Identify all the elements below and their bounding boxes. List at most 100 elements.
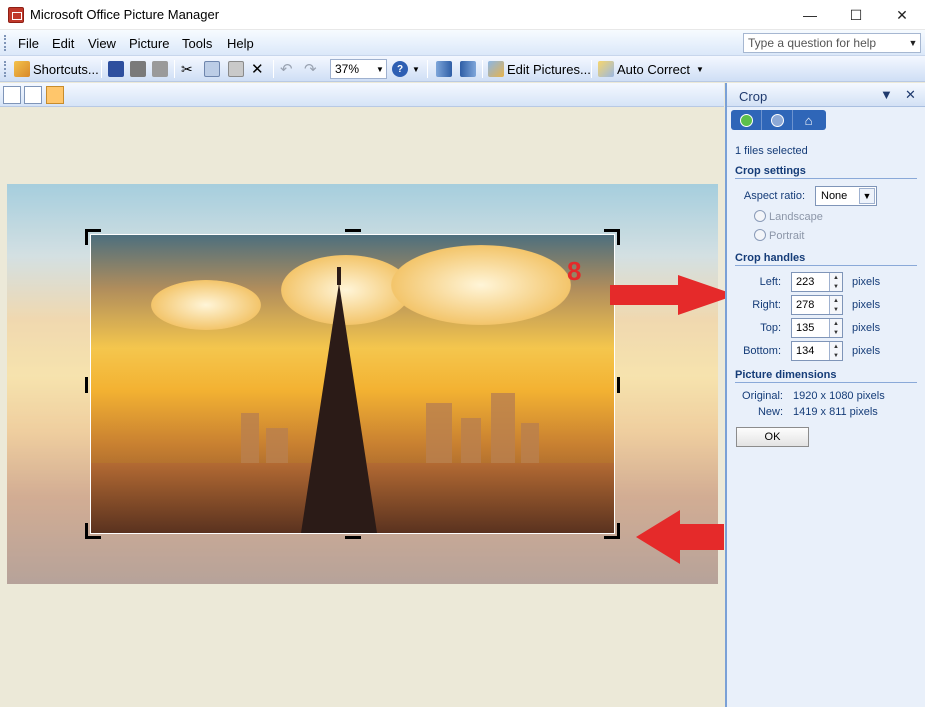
toolbar-separator	[101, 60, 102, 78]
menu-help[interactable]: Help	[227, 36, 254, 51]
bottom-crop-spinner[interactable]: ▲ ▼	[829, 342, 842, 360]
cloud-shape	[391, 245, 571, 325]
undo-icon: ↶	[280, 61, 293, 78]
spin-up-icon[interactable]: ▲	[830, 296, 842, 305]
top-crop-input[interactable]: 135 ▲ ▼	[791, 318, 843, 338]
paste-button[interactable]	[228, 60, 244, 78]
help-button[interactable]: ?	[392, 60, 408, 78]
original-dimensions: 1920 x 1080 pixels	[793, 390, 885, 402]
crop-handle-right[interactable]	[617, 377, 620, 393]
spin-up-icon[interactable]: ▲	[830, 342, 842, 351]
save-button[interactable]	[108, 60, 124, 78]
portrait-label: Portrait	[769, 230, 805, 242]
crop-handle-bottom[interactable]	[345, 536, 361, 539]
zoom-select[interactable]: 37% ▼	[330, 59, 387, 79]
spin-down-icon[interactable]: ▼	[830, 282, 842, 291]
menu-picture[interactable]: Picture	[129, 36, 169, 51]
auto-correct-icon	[598, 61, 614, 77]
right-crop-spinner[interactable]: ▲ ▼	[829, 296, 842, 314]
crop-handle-top-right-v[interactable]	[617, 229, 620, 245]
filmstrip-view-button[interactable]	[24, 86, 42, 104]
single-picture-view-button[interactable]	[46, 86, 64, 104]
menu-tools[interactable]: Tools	[182, 36, 212, 51]
aspect-ratio-dropdown-icon[interactable]: ▼	[859, 188, 875, 204]
close-button[interactable]: ✕	[879, 0, 925, 30]
original-label: Original:	[742, 390, 783, 402]
email-icon	[152, 61, 168, 77]
right-crop-value: 278	[796, 299, 815, 311]
rotate-left-icon	[436, 61, 452, 77]
eiffel-tower-shape	[301, 283, 377, 533]
rotate-right-button[interactable]	[460, 60, 476, 78]
aspect-ratio-value: None	[821, 190, 848, 202]
menu-view[interactable]: View	[88, 36, 116, 51]
task-pane-menu-chevron-icon[interactable]: ▼	[880, 87, 893, 102]
crop-handle-top-left-v[interactable]	[85, 229, 88, 245]
left-crop-input[interactable]: 223 ▲ ▼	[791, 272, 843, 292]
crop-handle-top[interactable]	[345, 229, 361, 232]
help-dropdown-arrow-icon[interactable]: ▼	[906, 34, 920, 52]
shortcuts-label: Shortcuts...	[33, 61, 99, 77]
delete-button[interactable]: ✕	[251, 60, 264, 78]
forward-button[interactable]	[762, 110, 793, 130]
rotate-left-button[interactable]	[436, 60, 452, 78]
spin-down-icon[interactable]: ▼	[830, 351, 842, 360]
toolbar-options-button[interactable]: ▼	[412, 60, 420, 78]
crop-handle-bottom-left-v[interactable]	[85, 523, 88, 539]
spin-down-icon[interactable]: ▼	[830, 305, 842, 314]
bottom-crop-input[interactable]: 134 ▲ ▼	[791, 341, 843, 361]
toolbar-grip[interactable]	[4, 61, 7, 77]
back-arrow-icon	[739, 113, 753, 127]
copy-button[interactable]	[204, 60, 220, 78]
toolbar-separator	[174, 60, 175, 78]
right-unit: pixels	[852, 299, 881, 311]
toolbar-separator	[273, 60, 274, 78]
bottom-crop-value: 134	[796, 345, 815, 357]
top-crop-spinner[interactable]: ▲ ▼	[829, 319, 842, 337]
menu-file[interactable]: File	[18, 36, 39, 51]
annotation-arrow-10	[636, 510, 724, 564]
standard-toolbar: Shortcuts... ✂ ✕ ↶ ↷ 37% ▼ ? ▼ Edit Pict…	[0, 56, 925, 82]
spin-up-icon[interactable]: ▲	[830, 273, 842, 282]
crop-handle-left[interactable]	[85, 377, 88, 393]
task-pane-header: Crop ▼ ✕	[727, 83, 925, 107]
toolbar-options-button-2[interactable]: ▼	[696, 60, 704, 78]
right-crop-input[interactable]: 278 ▲ ▼	[791, 295, 843, 315]
menubar-grip[interactable]	[4, 35, 7, 51]
maximize-button[interactable]: ☐	[833, 0, 879, 30]
task-pane-close-icon[interactable]: ✕	[905, 87, 916, 103]
crop-handles-heading: Crop handles	[735, 252, 917, 266]
left-crop-spinner[interactable]: ▲ ▼	[829, 273, 842, 291]
menu-edit[interactable]: Edit	[52, 36, 74, 51]
bottom-label: Bottom:	[743, 345, 781, 357]
crop-handle-bottom-right-v[interactable]	[617, 523, 620, 539]
minimize-button[interactable]: —	[787, 0, 833, 30]
ok-button[interactable]: OK	[736, 427, 809, 447]
window-title: Microsoft Office Picture Manager	[30, 7, 220, 22]
back-button[interactable]	[731, 110, 762, 130]
cut-button[interactable]: ✂	[181, 60, 193, 78]
aspect-ratio-select[interactable]: None ▼	[815, 186, 877, 206]
shortcuts-button[interactable]: Shortcuts...	[14, 60, 99, 78]
spin-up-icon[interactable]: ▲	[830, 319, 842, 328]
help-question-icon: ?	[392, 61, 408, 77]
redo-button[interactable]: ↷	[304, 60, 317, 78]
undo-button[interactable]: ↶	[280, 60, 293, 78]
home-button[interactable]: ⌂	[793, 110, 824, 130]
help-search-input[interactable]: Type a question for help ▼	[743, 33, 921, 53]
spin-down-icon[interactable]: ▼	[830, 328, 842, 337]
building-shape	[491, 393, 515, 473]
crop-selection-area[interactable]	[90, 234, 615, 534]
zoom-dropdown-arrow-icon[interactable]: ▼	[374, 60, 386, 78]
edit-pictures-button[interactable]: Edit Pictures...	[488, 60, 591, 78]
landscape-radio[interactable]	[754, 210, 766, 222]
thumbnail-view-button[interactable]	[3, 86, 21, 104]
home-icon: ⌂	[804, 112, 813, 128]
auto-correct-button[interactable]: Auto Correct	[598, 60, 690, 78]
rotate-right-icon	[460, 61, 476, 77]
delete-x-icon: ✕	[251, 61, 264, 78]
print-button[interactable]	[130, 60, 146, 78]
portrait-radio[interactable]	[754, 229, 766, 241]
landscape-label: Landscape	[769, 211, 823, 223]
send-email-button[interactable]	[152, 60, 168, 78]
